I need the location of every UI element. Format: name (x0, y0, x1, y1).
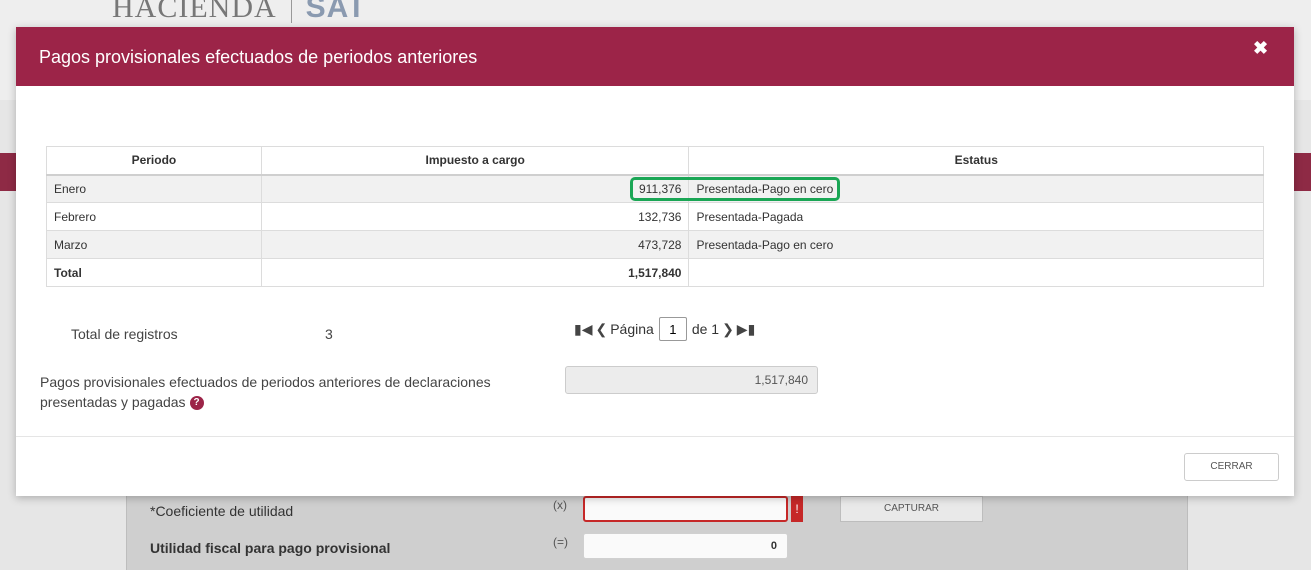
payments-modal: Pagos provisionales efectuados de period… (16, 27, 1294, 496)
page-total-label: de 1 (691, 321, 720, 337)
pagination: ▮◀ ❮ Página de 1 ❯ ▶▮ (574, 317, 755, 341)
summary-value-field: 1,517,840 (565, 366, 818, 394)
total-estatus-cell (688, 258, 1264, 287)
close-icon[interactable]: ✖ (1253, 38, 1268, 59)
utilidad-fiscal-label: Utilidad fiscal para pago provisional (150, 540, 391, 556)
impuesto-cell: 473,728 (260, 230, 690, 259)
help-icon[interactable]: ? (189, 396, 204, 411)
footer-divider (16, 436, 1294, 437)
summary-label-container: Pagos provisionales efectuados de period… (40, 372, 540, 412)
prev-page-icon[interactable]: ❮ (595, 321, 607, 338)
cerrar-button[interactable]: CERRAR (1184, 453, 1279, 481)
error-marker: ! (791, 496, 803, 522)
column-header-estatus[interactable]: Estatus (688, 146, 1264, 176)
impuesto-cell: 911,376 (260, 174, 690, 203)
column-header-impuesto[interactable]: Impuesto a cargo (260, 146, 690, 176)
periodo-cell: Marzo (46, 230, 262, 259)
hacienda-logo: HACIENDA SAT (112, 0, 366, 25)
total-label-cell: Total (46, 258, 262, 287)
table-header-row: Periodo Impuesto a cargo Estatus (46, 146, 1264, 176)
table-row[interactable]: Febrero 132,736 Presentada-Pagada (46, 202, 1264, 231)
payments-table: Periodo Impuesto a cargo Estatus Enero 9… (46, 146, 1264, 287)
highlight-box (630, 177, 840, 201)
hacienda-wordmark: HACIENDA (112, 0, 277, 24)
multiply-operator: (x) (553, 498, 567, 512)
page-number-input[interactable] (658, 317, 687, 341)
total-impuesto-cell: 1,517,840 (260, 258, 690, 287)
column-header-periodo[interactable]: Periodo (46, 146, 262, 176)
estatus-cell: Presentada-Pagada (688, 202, 1264, 231)
capturar-button[interactable]: CAPTURAR (840, 496, 983, 522)
periodo-cell: Febrero (46, 202, 262, 231)
total-records-count: 3 (325, 326, 333, 342)
first-page-icon[interactable]: ▮◀ (574, 321, 592, 338)
next-page-icon[interactable]: ❯ (722, 321, 734, 338)
total-records-label: Total de registros (71, 326, 178, 342)
sat-wordmark: SAT (305, 0, 367, 24)
last-page-icon[interactable]: ▶▮ (737, 321, 755, 338)
coeficiente-input[interactable] (583, 496, 788, 522)
page-label: Página (610, 321, 654, 337)
equals-operator: (=) (553, 535, 568, 549)
modal-title: Pagos provisionales efectuados de period… (39, 47, 478, 67)
estatus-cell: Presentada-Pago en cero (688, 230, 1264, 259)
periodo-cell: Enero (46, 174, 262, 203)
summary-label: Pagos provisionales efectuados de period… (40, 374, 491, 410)
modal-header: Pagos provisionales efectuados de period… (16, 27, 1294, 86)
total-row: Total 1,517,840 (46, 258, 1264, 287)
utilidad-fiscal-input: 0 (583, 533, 788, 559)
coeficiente-label: *Coeficiente de utilidad (150, 503, 294, 519)
impuesto-cell: 132,736 (260, 202, 690, 231)
table-row[interactable]: Marzo 473,728 Presentada-Pago en cero (46, 230, 1264, 259)
